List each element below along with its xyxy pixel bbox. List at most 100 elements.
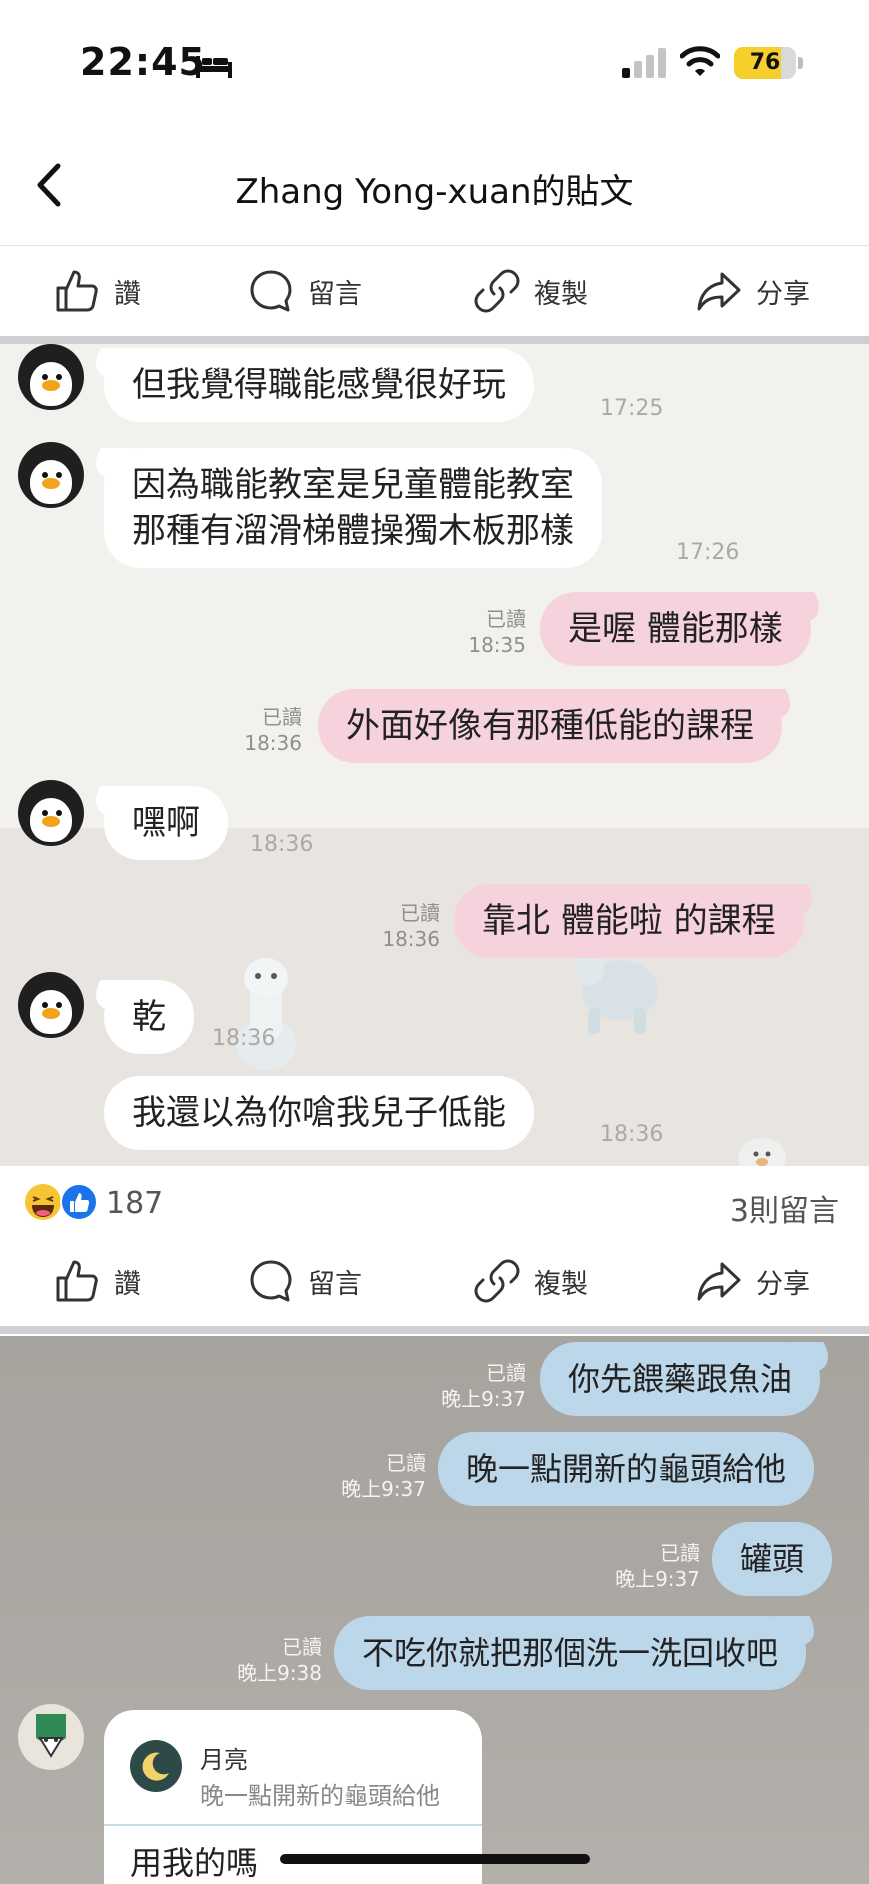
laugh-emoji-icon[interactable] (24, 1183, 62, 1221)
message-time: 18:36 (244, 731, 302, 755)
read-receipt: 已讀 18:36 (216, 704, 302, 756)
comment-label: 留言 (308, 1268, 362, 1300)
read-label: 已讀 (262, 705, 302, 729)
alpaca-sticker (236, 958, 296, 1070)
message-time: 18:36 (600, 1122, 664, 1147)
battery-icon: 76 (734, 47, 796, 79)
battery-level: 76 (749, 50, 781, 75)
message-bubble[interactable]: 但我覺得職能感覺很好玩 (104, 348, 534, 422)
message-bubble[interactable]: 不吃你就把那個洗一洗回收吧 (334, 1616, 807, 1690)
alpaca-sticker-3 (738, 1138, 786, 1166)
chat-screenshot-2: 已讀 晚上9:37 你先餵藥跟魚油 已讀 晚上9:37 晚一點開新的龜頭給他 已… (0, 1336, 869, 1884)
share-button[interactable]: 分享 (696, 246, 810, 336)
thumbs-up-icon (56, 270, 98, 312)
action-bar-bottom: 讚 留言 複製 分享 (0, 1236, 869, 1326)
comment-button[interactable]: 留言 (248, 1236, 362, 1326)
message-bubble-multiline[interactable]: 因為職能教室是兒童體能教室 那種有溜滑梯體操獨木板那樣 (104, 448, 602, 568)
home-indicator[interactable] (280, 1854, 590, 1864)
message-time: 17:25 (600, 396, 664, 421)
moon-icon (130, 1740, 182, 1792)
message-time: 17:26 (676, 540, 740, 565)
message-bubble[interactable]: 是喔 體能那樣 (540, 592, 811, 666)
penguin-avatar[interactable] (18, 780, 84, 846)
message-line: 因為職能教室是兒童體能教室 (132, 465, 574, 505)
share-arrow-icon (697, 272, 741, 311)
message-bubble[interactable]: 嘿啊 (104, 786, 228, 860)
message-bubble[interactable]: 靠北 體能啦 的課程 (454, 884, 804, 958)
message-line: 那種有溜滑梯體操獨木板那樣 (132, 511, 574, 551)
like-emoji-icon[interactable] (60, 1183, 98, 1221)
section-divider (0, 1326, 869, 1334)
read-receipt: 已讀 晚上9:37 (430, 1360, 526, 1412)
message-bubble[interactable]: 外面好像有那種低能的課程 (318, 689, 782, 763)
message-time: 18:36 (382, 927, 440, 951)
copy-label: 複製 (534, 1268, 588, 1300)
read-label: 已讀 (486, 1361, 526, 1385)
read-receipt: 已讀 晚上9:38 (226, 1634, 322, 1686)
wifi-icon (680, 46, 720, 76)
read-receipt: 已讀 晚上9:37 (604, 1540, 700, 1592)
section-divider (0, 336, 869, 344)
like-button[interactable]: 讚 (54, 1236, 141, 1326)
share-arrow-icon (697, 1262, 741, 1301)
penguin-avatar[interactable] (18, 344, 84, 410)
message-time: 晚上9:37 (341, 1477, 426, 1501)
battery-tip (798, 57, 803, 69)
chat-screenshot-1: 但我覺得職能感覺很好玩 17:25 因為職能教室是兒童體能教室 那種有溜滑梯體操… (0, 344, 869, 1166)
like-label: 讚 (114, 1268, 141, 1300)
reactions-row: 187 3則留言 (0, 1166, 869, 1246)
share-label: 分享 (756, 278, 810, 310)
read-receipt: 已讀 18:35 (440, 606, 526, 658)
copy-label: 複製 (534, 278, 588, 310)
page-title: Zhang Yong-xuan的貼文 (235, 172, 634, 212)
read-receipt: 已讀 18:36 (354, 900, 440, 952)
message-time: 18:36 (250, 832, 314, 857)
penguin-avatar[interactable] (18, 972, 84, 1038)
read-label: 已讀 (386, 1451, 426, 1475)
read-receipt: 已讀 晚上9:37 (330, 1450, 426, 1502)
comment-bubble-icon (250, 270, 292, 312)
status-bar: 22:45 76 (0, 0, 869, 120)
link-icon (474, 269, 520, 313)
comment-button[interactable]: 留言 (248, 246, 362, 336)
comment-bubble-icon (250, 1260, 292, 1302)
message-bubble[interactable]: 罐頭 (712, 1522, 833, 1596)
share-button[interactable]: 分享 (696, 1236, 810, 1326)
message-bubble[interactable]: 乾 (104, 980, 194, 1054)
message-bubble[interactable]: 晚一點開新的龜頭給他 (438, 1432, 815, 1506)
message-bubble[interactable]: 我還以為你嗆我兒子低能 (104, 1076, 534, 1150)
bed-icon (196, 56, 232, 78)
contact-avatar[interactable] (18, 1704, 84, 1770)
read-label: 已讀 (282, 1635, 322, 1659)
post-header: Zhang Yong-xuan的貼文 (0, 120, 869, 246)
share-label: 分享 (756, 1268, 810, 1300)
like-label: 讚 (114, 278, 141, 310)
reply-message-text: 用我的嗎 (130, 1844, 259, 1882)
message-time: 18:35 (468, 633, 526, 657)
like-button[interactable]: 讚 (54, 246, 141, 336)
penguin-avatar[interactable] (18, 442, 84, 508)
message-bubble[interactable]: 你先餵藥跟魚油 (540, 1342, 821, 1416)
reaction-count[interactable]: 187 (106, 1186, 163, 1221)
read-label: 已讀 (486, 607, 526, 631)
signal-icon (622, 48, 666, 78)
copy-button[interactable]: 複製 (474, 246, 588, 336)
message-time: 晚上9:38 (237, 1661, 322, 1685)
alpaca-sticker-2 (576, 950, 658, 1034)
message-time: 18:36 (212, 1026, 276, 1051)
copy-button[interactable]: 複製 (474, 1236, 588, 1326)
status-time: 22:45 (80, 40, 206, 84)
reply-divider (104, 1824, 482, 1826)
comment-label: 留言 (308, 278, 362, 310)
comment-count[interactable]: 3則留言 (730, 1186, 839, 1230)
read-label: 已讀 (660, 1541, 700, 1565)
action-bar-top: 讚 留言 複製 分享 (0, 246, 869, 336)
quoted-sender-name: 月亮 (200, 1746, 248, 1774)
pencil-avatar-icon (36, 1714, 66, 1758)
quoted-message: 晚一點開新的龜頭給他 (200, 1782, 440, 1810)
read-label: 已讀 (400, 901, 440, 925)
thumbs-up-icon (56, 1260, 98, 1302)
link-icon (474, 1259, 520, 1303)
message-time: 晚上9:37 (441, 1387, 526, 1411)
message-time: 晚上9:37 (615, 1567, 700, 1591)
